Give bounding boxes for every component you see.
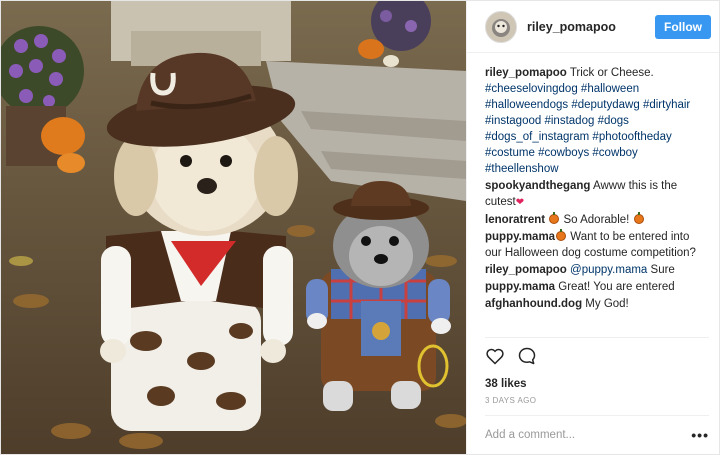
post-photo[interactable] (1, 1, 466, 454)
post-date: 3 DAYS AGO (485, 396, 537, 405)
avatar[interactable] (485, 10, 517, 43)
username[interactable]: riley_pomapoo (527, 20, 655, 34)
hashtag-link[interactable]: #cowboy (592, 147, 637, 159)
comment-author[interactable]: spookyandthegang (485, 180, 590, 192)
comment-text: So Adorable! (563, 214, 630, 226)
comment-author[interactable]: riley_pomapoo (485, 264, 567, 276)
post-header: riley_pomapoo Follow (467, 1, 719, 53)
comment-text: My God! (585, 298, 629, 310)
comment-item: riley_pomapoo @puppy.mama Sure (485, 262, 709, 278)
hashtag-link[interactable]: #theellenshow (485, 163, 559, 175)
follow-button[interactable]: Follow (655, 14, 711, 39)
mention-link[interactable]: @puppy.mama (570, 264, 647, 276)
hashtag-link[interactable]: #halloweendogs (485, 99, 568, 111)
add-comment-input[interactable] (485, 429, 665, 441)
comment-item: puppy.mama Want to be entered into our H… (485, 229, 709, 261)
comment-text: Sure (650, 264, 675, 276)
caption-author[interactable]: riley_pomapoo (485, 67, 567, 79)
add-comment-bar: ••• (485, 415, 709, 454)
hashtag-link[interactable]: #dirtyhair (643, 99, 690, 111)
hashtag-link[interactable]: #cheeselovingdog (485, 83, 578, 95)
comment-text: Great! You are entered (558, 281, 675, 293)
speech-bubble-icon[interactable] (517, 346, 537, 366)
dogs-costume-photo (1, 1, 466, 454)
pumpkin-emoji-icon (633, 212, 644, 224)
comments-list: riley_pomapoo Trick or Cheese. #cheeselo… (467, 53, 719, 337)
caption: riley_pomapoo Trick or Cheese. #cheeselo… (485, 65, 709, 177)
hashtag-link[interactable]: #cowboys (538, 147, 589, 159)
caption-hashtags: #cheeselovingdog #halloween #halloweendo… (485, 83, 690, 175)
caption-text: Trick or Cheese. (569, 67, 654, 79)
hashtag-link[interactable]: #instagood (485, 115, 541, 127)
comment-author[interactable]: puppy.mama (485, 281, 555, 293)
comment-author[interactable]: afghanhound.dog (485, 298, 582, 310)
comment-item: afghanhound.dog My God! (485, 296, 709, 312)
hashtag-link[interactable]: #halloween (581, 83, 639, 95)
comment-author[interactable]: puppy.mama (485, 231, 555, 243)
hashtag-link[interactable]: #dogs_of_instagram (485, 131, 589, 143)
comment-author[interactable]: lenoratrent (485, 214, 545, 226)
comment-item: puppy.mama Great! You are entered (485, 279, 709, 295)
pumpkin-emoji-icon (549, 212, 560, 224)
hashtag-link[interactable]: #deputydawg (571, 99, 639, 111)
heart-outline-icon[interactable] (485, 346, 505, 366)
instagram-post: riley_pomapoo Follow riley_pomapoo Trick… (0, 0, 720, 455)
hashtag-link[interactable]: #instadog (544, 115, 594, 127)
pumpkin-emoji-icon (556, 229, 567, 241)
comment-item: lenoratrent So Adorable! (485, 212, 709, 228)
post-actions: 38 likes 3 DAYS AGO (485, 337, 709, 415)
hashtag-link[interactable]: #photooftheday (592, 131, 671, 143)
heart-emoji-icon: ❤ (515, 197, 525, 208)
hashtag-link[interactable]: #dogs (598, 115, 629, 127)
post-sidebar: riley_pomapoo Follow riley_pomapoo Trick… (466, 1, 719, 454)
avatar-image (486, 11, 516, 42)
action-icons (485, 344, 709, 368)
likes-count[interactable]: 38 likes (485, 378, 709, 390)
comment-item: spookyandthegang Awww this is the cutest… (485, 178, 709, 211)
more-options-icon[interactable]: ••• (691, 427, 709, 443)
hashtag-link[interactable]: #costume (485, 147, 535, 159)
